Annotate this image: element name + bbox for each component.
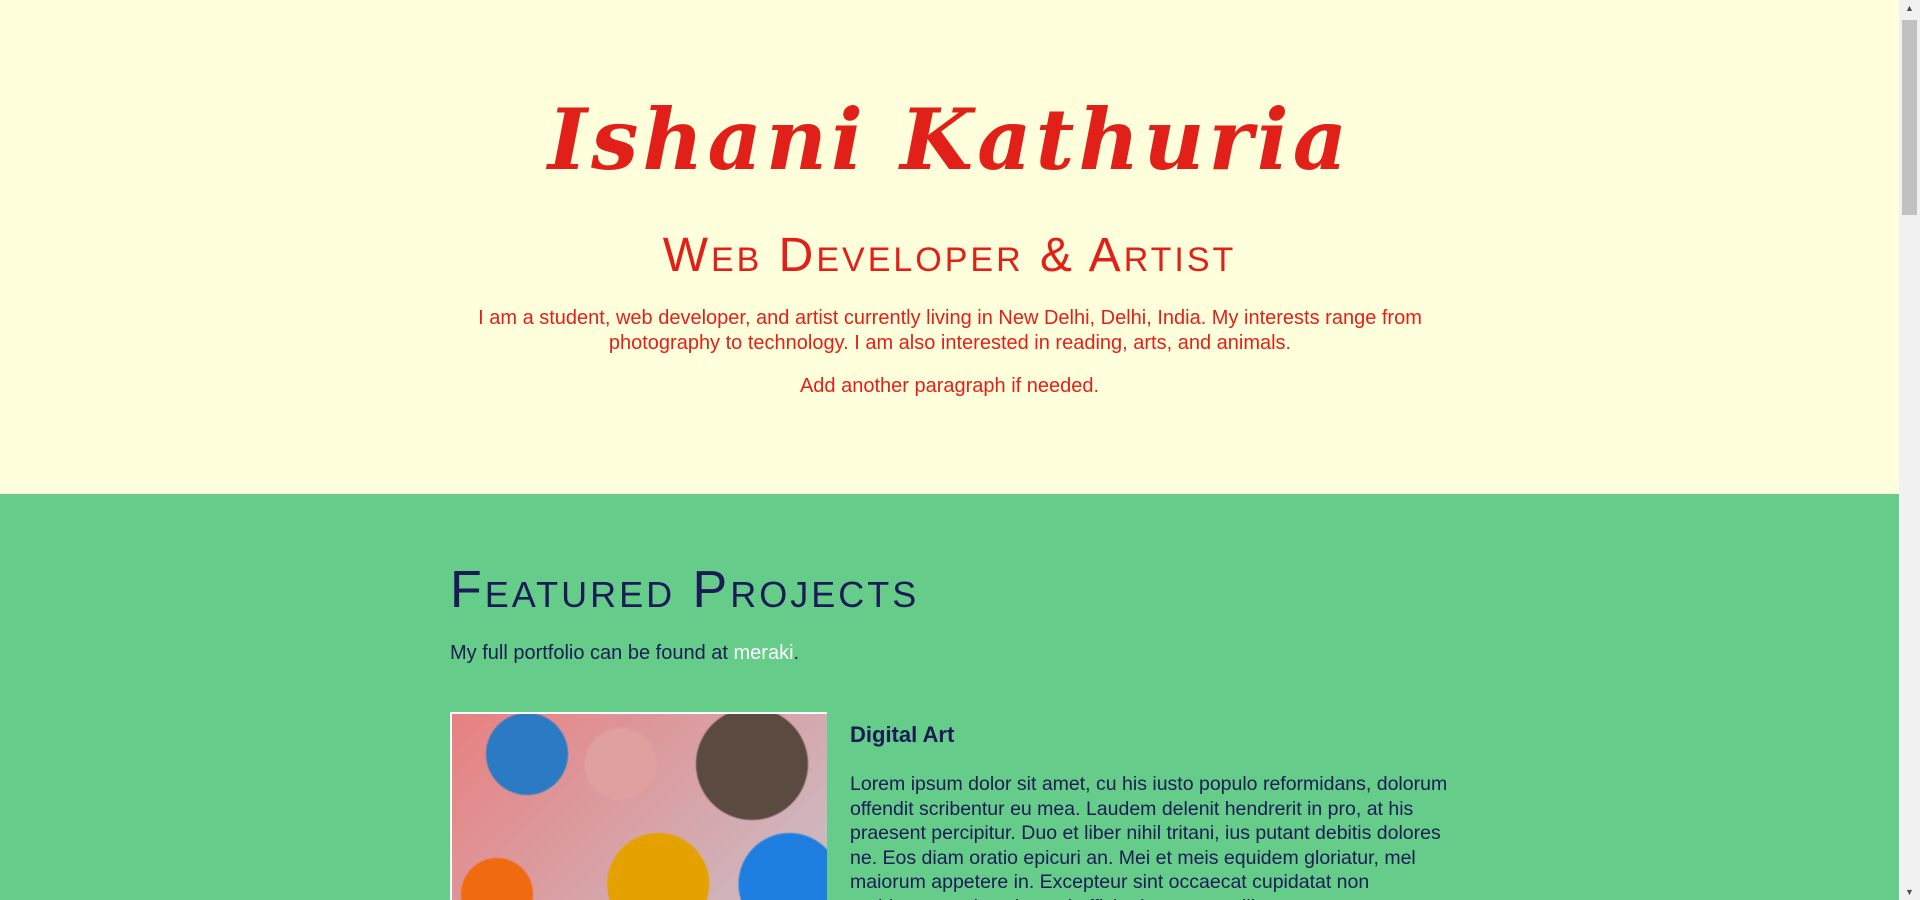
author-subtitle: Web Developer & Artist	[662, 229, 1237, 282]
hero-section: Ishani Kathuria Web Developer & Artist I…	[0, 0, 1899, 494]
bio-paragraph: I am a student, web developer, and artis…	[478, 307, 1422, 354]
scrollbar[interactable]: ▲ ▼	[1899, 0, 1920, 900]
portfolio-lead: My full portfolio can be found at meraki…	[450, 642, 799, 665]
project-card: Digital Art Lorem ipsum dolor sit amet, …	[850, 712, 1450, 900]
projects-section: Featured Projects My full portfolio can …	[0, 494, 1899, 900]
scroll-up-icon[interactable]: ▲	[1905, 3, 1914, 13]
project-description: Lorem ipsum dolor sit amet, cu his iusto…	[850, 773, 1448, 900]
page: Ishani Kathuria Web Developer & Artist I…	[0, 0, 1899, 900]
author-name: Ishani Kathuria	[547, 90, 1352, 189]
project-title: Digital Art	[850, 722, 955, 747]
scroll-down-icon[interactable]: ▼	[1905, 887, 1914, 897]
meraki-link[interactable]: meraki	[734, 642, 794, 664]
projects-heading: Featured Projects	[450, 561, 920, 619]
digital-art-image	[450, 712, 827, 900]
lead-text: My full portfolio can be found at	[450, 642, 734, 664]
scrollbar-thumb[interactable]	[1902, 20, 1917, 215]
extra-paragraph: Add another paragraph if needed.	[799, 375, 1100, 397]
lead-suffix: .	[793, 642, 800, 664]
